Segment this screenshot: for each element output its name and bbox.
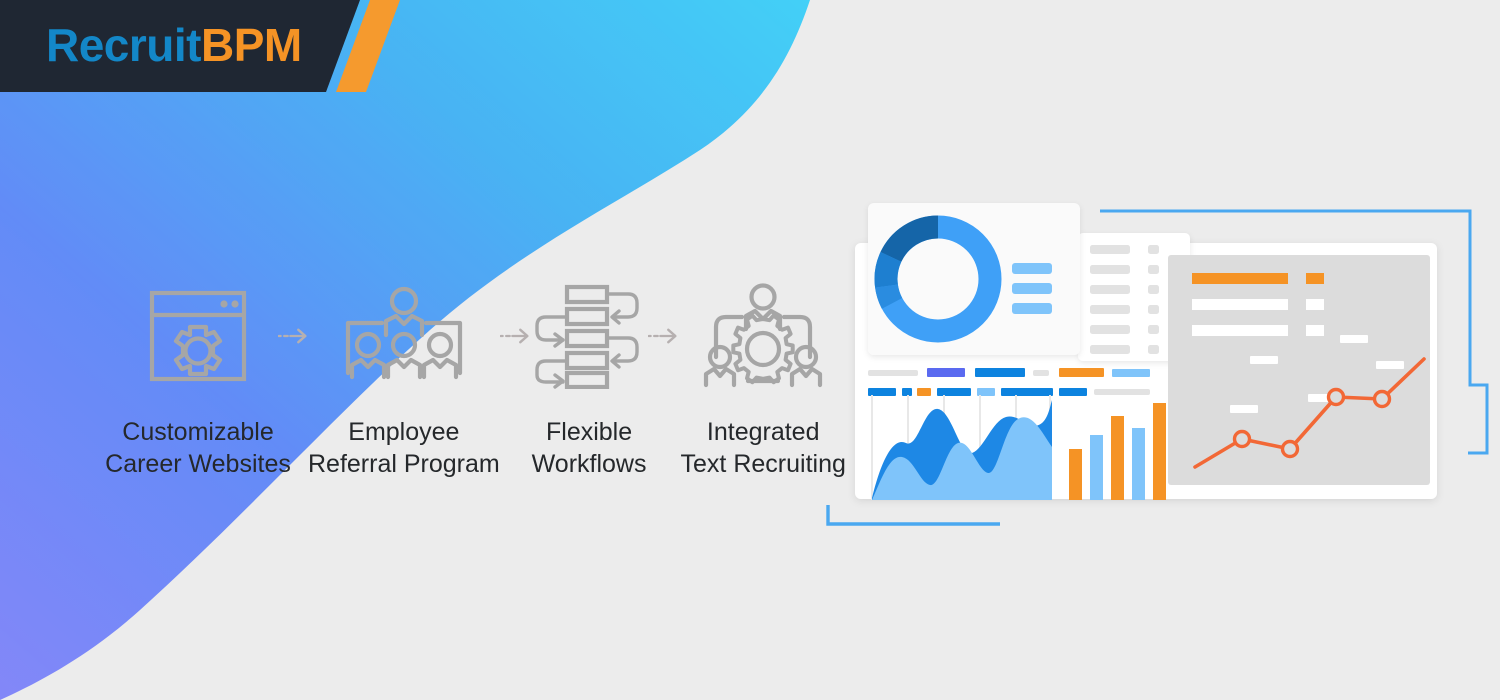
arrow-right-dashed-icon [648, 328, 678, 344]
arrow-separator-3 [648, 280, 678, 346]
feature-label: Customizable Career Websites [105, 416, 291, 480]
feature-label-line2: Workflows [531, 450, 647, 478]
arrow-right-dashed-icon [278, 328, 307, 344]
donut-legend [1012, 263, 1052, 314]
arrow-right-dashed-icon [499, 328, 529, 344]
arrow-separator-2 [499, 280, 530, 346]
illustration-canvas: RecruitBPM Customizable Career Websites … [0, 0, 1500, 700]
logo-text-recruit: Recruit [46, 19, 201, 71]
feature-item-customizable-career-websites[interactable]: Customizable Career Websites [105, 280, 291, 480]
feature-item-flexible-workflows[interactable]: Flexible Workflows [530, 280, 649, 480]
people-group-icon [338, 280, 470, 390]
feature-label-line2: Career Websites [105, 450, 291, 478]
feature-label: Employee Referral Program [308, 416, 500, 480]
feature-label-line1: Flexible [546, 418, 633, 446]
feature-list: Customizable Career Websites Employee Re… [105, 280, 848, 495]
brand-banner: RecruitBPM [0, 0, 400, 92]
browser-gear-icon [146, 280, 250, 390]
arrow-separator-1 [278, 280, 308, 346]
logo-wordmark[interactable]: RecruitBPM [46, 12, 302, 78]
tag-row-bottom [868, 388, 1150, 396]
logo-text-bpm: BPM [200, 19, 302, 71]
feature-label: Flexible Workflows [532, 416, 647, 480]
feature-item-employee-referral-program[interactable]: Employee Referral Program [308, 280, 500, 480]
people-gear-icon [700, 280, 826, 390]
report-panel [1168, 255, 1430, 485]
feature-label-line1: Employee [348, 418, 460, 446]
feature-label-line1: Customizable [122, 418, 274, 446]
feature-label-line2: Referral Program [308, 450, 500, 478]
dashboard-illustration [820, 185, 1500, 545]
workflow-boxes-icon [533, 280, 645, 390]
donut-chart-card [868, 203, 1080, 355]
decorative-bracket-bottom-left [826, 505, 1000, 526]
